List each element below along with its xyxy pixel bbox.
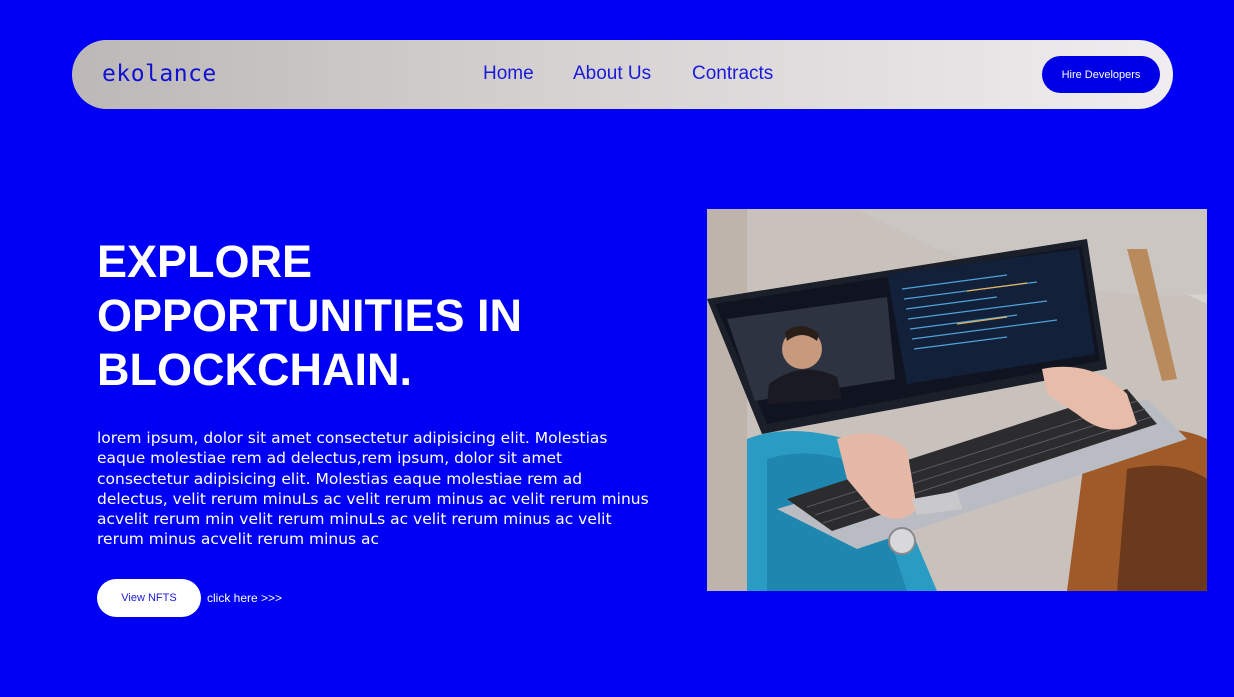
hire-developers-button[interactable]: Hire Developers xyxy=(1042,56,1160,93)
nav-link-home[interactable]: Home xyxy=(483,63,534,85)
hero-title: EXPLORE OPPORTUNITIES IN BLOCKCHAIN. xyxy=(97,235,657,397)
hero-laptop-photo xyxy=(707,209,1207,591)
hero-title-line-2: OPPORTUNITIES IN xyxy=(97,290,523,341)
brand-logo[interactable]: ekolance xyxy=(102,61,217,87)
hero-title-line-3: BLOCKCHAIN. xyxy=(97,344,412,395)
laptop-photo-illustration xyxy=(707,209,1207,591)
top-navbar: ekolance Home About Us Contracts Hire De… xyxy=(72,40,1173,109)
hero-title-line-1: EXPLORE xyxy=(97,236,313,287)
view-nfts-button[interactable]: View NFTS xyxy=(97,579,201,617)
hero-description: lorem ipsum, dolor sit amet consectetur … xyxy=(97,429,649,549)
nav-link-contracts[interactable]: Contracts xyxy=(692,63,773,85)
nav-link-about-us[interactable]: About Us xyxy=(573,63,651,85)
click-here-link[interactable]: click here >>> xyxy=(207,591,282,605)
